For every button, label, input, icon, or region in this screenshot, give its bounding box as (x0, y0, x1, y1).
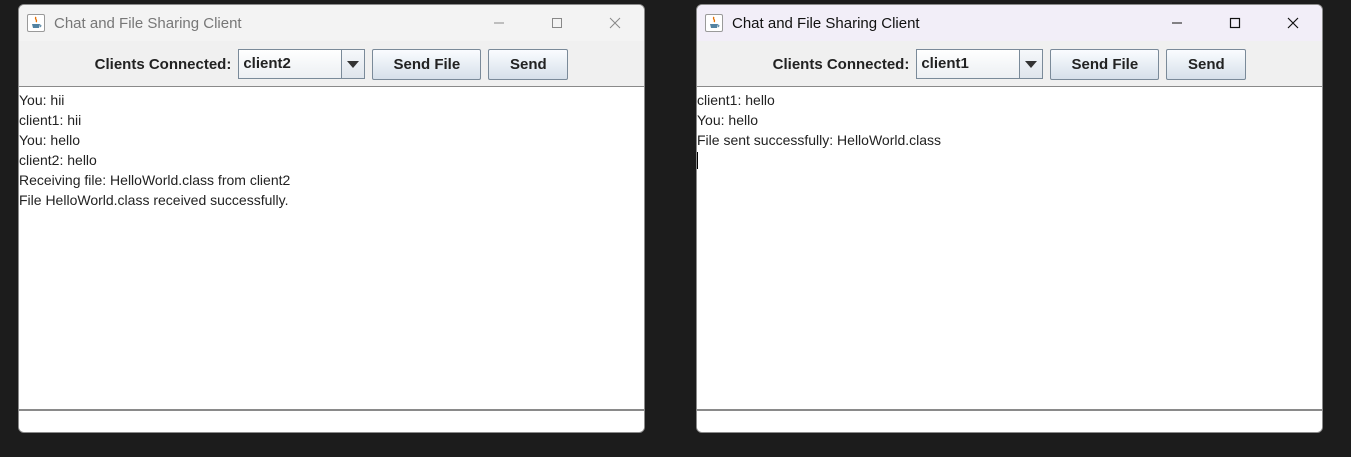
java-coffee-icon (27, 14, 45, 32)
close-icon (609, 17, 621, 29)
title-bar[interactable]: Chat and File Sharing Client (19, 5, 644, 41)
chat-history[interactable]: client1: hello You: hello File sent succ… (697, 86, 1322, 410)
send-button[interactable]: Send (1166, 48, 1247, 80)
chat-client-window-left: Chat and File Sharing Client Clients Con… (18, 4, 645, 433)
text-caret (697, 152, 698, 169)
chat-message: You: hii (19, 92, 65, 108)
chat-history[interactable]: You: hii client1: hii You: hello client2… (19, 86, 644, 410)
client-select[interactable]: client2 (238, 49, 366, 79)
close-button[interactable] (1264, 5, 1322, 41)
close-button[interactable] (586, 5, 644, 41)
title-bar[interactable]: Chat and File Sharing Client (697, 5, 1322, 41)
toolbar: Clients Connected: client2 Send File Sen… (19, 41, 644, 87)
client-select[interactable]: client1 (916, 49, 1044, 79)
client-select-value: client1 (917, 50, 1020, 78)
chat-message: client1: hello (697, 92, 775, 108)
client-select-arrow[interactable] (341, 50, 365, 78)
minimize-icon (1172, 22, 1182, 24)
message-input[interactable] (697, 410, 1322, 432)
chevron-down-icon (347, 60, 360, 68)
toolbar: Clients Connected: client1 Send File Sen… (697, 41, 1322, 87)
window-title: Chat and File Sharing Client (732, 14, 920, 32)
client-select-arrow[interactable] (1019, 50, 1043, 78)
client-select-value: client2 (239, 50, 342, 78)
chat-message: client2: hello (19, 152, 97, 168)
chat-message: You: hello (19, 132, 80, 148)
minimize-button[interactable] (1148, 5, 1206, 41)
send-button[interactable]: Send (488, 48, 569, 80)
chat-message: You: hello (697, 112, 758, 128)
chevron-down-icon (1025, 60, 1038, 68)
chat-message: File sent successfully: HelloWorld.class (697, 132, 942, 148)
minimize-icon (494, 22, 504, 24)
send-file-button[interactable]: Send File (1050, 48, 1160, 80)
close-icon (1287, 17, 1299, 29)
message-input[interactable] (19, 410, 644, 432)
chat-message: Receiving file: HelloWorld.class from cl… (19, 172, 291, 188)
maximize-button[interactable] (528, 5, 586, 41)
send-file-button[interactable]: Send File (372, 48, 482, 80)
maximize-icon (1229, 17, 1241, 29)
chat-message: client1: hii (19, 112, 82, 128)
java-coffee-icon (705, 14, 723, 32)
chat-client-window-right: Chat and File Sharing Client Clients Con… (696, 4, 1323, 433)
maximize-icon (552, 18, 562, 28)
maximize-button[interactable] (1206, 5, 1264, 41)
minimize-button[interactable] (470, 5, 528, 41)
clients-connected-label: Clients Connected: (94, 55, 232, 73)
clients-connected-label: Clients Connected: (772, 55, 910, 73)
window-title: Chat and File Sharing Client (54, 14, 242, 32)
chat-message: File HelloWorld.class received successfu… (19, 192, 289, 208)
